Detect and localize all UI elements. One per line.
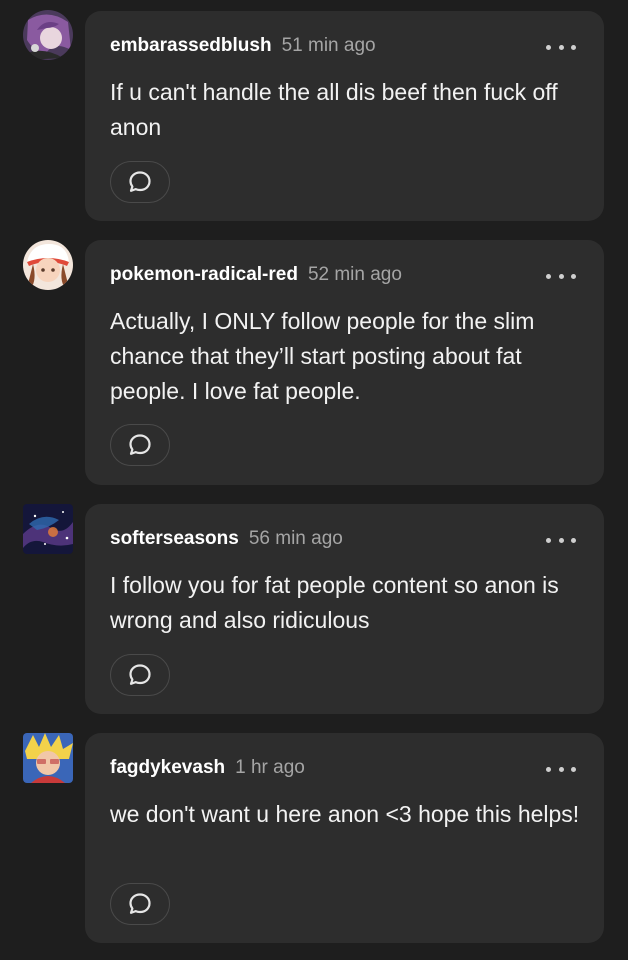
reply-button[interactable] — [110, 161, 170, 203]
speech-bubble-icon — [129, 171, 151, 192]
comment-text: Actually, I ONLY follow people for the s… — [110, 308, 535, 404]
comment-header: fagdykevash 1 hr ago — [110, 757, 305, 783]
trainer-girl-avatar-icon — [23, 240, 73, 290]
purple-haired-character-avatar-icon — [23, 10, 73, 60]
comment-text: If u can't handle the all dis beef then … — [110, 79, 558, 140]
avatar[interactable] — [23, 733, 73, 783]
comment-card: pokemon-radical-red 52 min ago Actually,… — [85, 240, 604, 485]
ellipsis-icon[interactable] — [546, 41, 576, 53]
ellipsis-icon[interactable] — [546, 763, 576, 775]
comment-card: embarassedblush 51 min ago If u can't ha… — [85, 11, 604, 221]
comment-header: embarassedblush 51 min ago — [110, 35, 376, 61]
speech-bubble-icon — [129, 664, 151, 685]
comment-card: fagdykevash 1 hr ago we don't want u her… — [85, 733, 604, 943]
timestamp[interactable]: 51 min ago — [282, 35, 376, 57]
avatar[interactable] — [23, 504, 73, 554]
speech-bubble-icon — [129, 434, 151, 455]
timestamp[interactable]: 56 min ago — [249, 528, 343, 550]
avatar[interactable] — [23, 240, 73, 290]
username[interactable]: fagdykevash — [110, 757, 225, 779]
ellipsis-icon[interactable] — [546, 534, 576, 546]
timestamp[interactable]: 52 min ago — [308, 264, 402, 286]
ellipsis-icon[interactable] — [546, 270, 576, 282]
avatar[interactable] — [23, 10, 73, 60]
reply-button[interactable] — [110, 883, 170, 925]
galaxy-avatar-icon — [23, 504, 73, 554]
blonde-character-avatar-icon — [23, 733, 73, 783]
comment-card: softerseasons 56 min ago I follow you fo… — [85, 504, 604, 714]
username[interactable]: softerseasons — [110, 528, 239, 550]
reply-button[interactable] — [110, 654, 170, 696]
timestamp[interactable]: 1 hr ago — [235, 757, 305, 779]
username[interactable]: pokemon-radical-red — [110, 264, 298, 286]
comment-text: we don't want u here anon <3 hope this h… — [110, 801, 580, 827]
reply-button[interactable] — [110, 424, 170, 466]
comment-text: I follow you for fat people content so a… — [110, 572, 559, 633]
speech-bubble-icon — [129, 893, 151, 914]
comment-header: softerseasons 56 min ago — [110, 528, 343, 554]
username[interactable]: embarassedblush — [110, 35, 272, 57]
comment-header: pokemon-radical-red 52 min ago — [110, 264, 402, 290]
